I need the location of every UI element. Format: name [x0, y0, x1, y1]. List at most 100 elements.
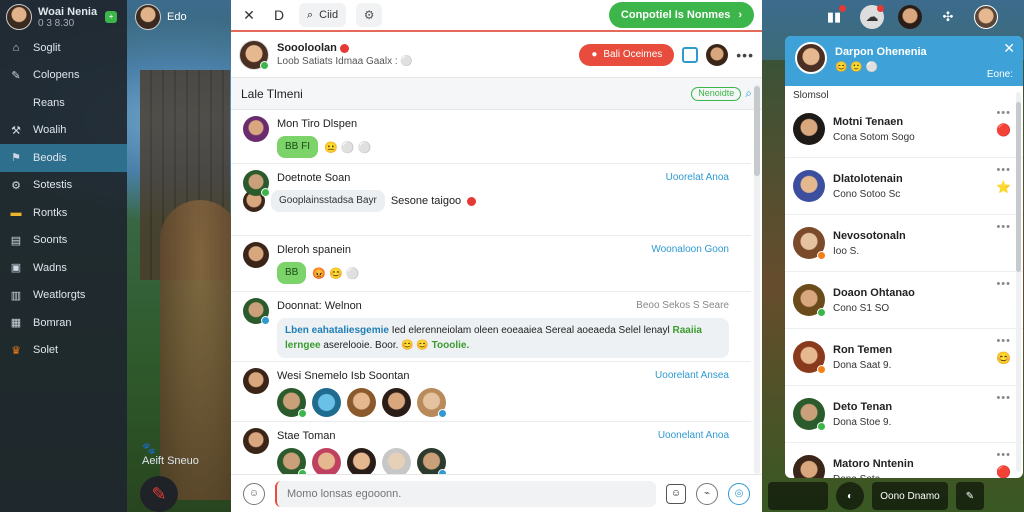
attach-icon[interactable]: ⌁	[696, 482, 718, 505]
emoji-row: 😡 😊 ⚪	[312, 267, 360, 280]
emoji-icon: ⚪	[400, 56, 413, 67]
bottom-round-icon[interactable]: ◐	[836, 482, 864, 510]
more-icon[interactable]: •••	[996, 335, 1011, 347]
chat-header: Soooloolan Loob Satiats Idmaa Gaalx : ⚪ …	[231, 32, 762, 78]
sidebar-item-5[interactable]: ⚙ Sotestis	[0, 172, 127, 200]
sidebar-item-3[interactable]: ⚒ Woalih	[0, 117, 127, 145]
sidebar-item-label: Bomran	[33, 316, 72, 329]
sidebar-profile[interactable]: Woai Nenia 0 3 8.30 +	[0, 0, 127, 34]
list-item[interactable]: Stae Toman Uoonelant Anoa	[231, 422, 751, 474]
edit-icon[interactable]: ✎	[956, 482, 984, 510]
cloud-icon[interactable]: ☁	[860, 5, 884, 29]
friend-row[interactable]: Dlatolotenain Cono Sotoo Sc ••• ⭐	[785, 158, 1023, 215]
more-icon[interactable]: •••	[996, 164, 1011, 176]
sidebar-item-6[interactable]: ▬ Rontks	[0, 199, 127, 227]
heart-icon	[467, 196, 477, 206]
avatar[interactable]	[347, 448, 376, 474]
search-icon[interactable]: ⌕	[745, 86, 752, 101]
avatar[interactable]	[382, 448, 411, 474]
avatar[interactable]	[277, 388, 307, 418]
avatar[interactable]	[312, 448, 341, 474]
message-time: Uoonelant Anoa	[657, 430, 729, 441]
sidebar-item-11[interactable]: ♛ Solet	[0, 337, 127, 365]
scroll-thumb[interactable]	[754, 86, 760, 176]
pen-icon[interactable]: ✎	[140, 476, 178, 512]
close-icon[interactable]: ✕	[239, 7, 259, 24]
chevron-right-icon: ›	[738, 9, 742, 21]
list-item[interactable]: Doetnote Soan Uoorelat Anoa Gooplainssta…	[231, 164, 751, 236]
red-action-button[interactable]: ● Bali Oceimes	[579, 43, 675, 66]
friend-name: Nevosotonaln	[833, 229, 906, 242]
message-bubble: Lben eahataliesgemie Ied elerenneiolam o…	[277, 318, 729, 358]
highlight-text[interactable]: Tooolie.	[432, 340, 470, 351]
avatar[interactable]	[898, 5, 922, 29]
avatar[interactable]	[382, 388, 411, 417]
sidebar-item-9[interactable]: ▥ Weatlorgts	[0, 282, 127, 310]
highlight-text[interactable]: Lben eahataliesgemie	[285, 325, 389, 336]
more-icon[interactable]: •••	[996, 278, 1011, 290]
friend-status: Cono Sotoo Sc	[833, 188, 901, 200]
sidebar-item-label: Weatlorgts	[33, 289, 86, 302]
sticker-icon[interactable]: ☺	[666, 483, 686, 504]
friend-row[interactable]: Nevosotonaln Ioo S. •••	[785, 215, 1023, 272]
sidebar-item-7[interactable]: ▤ Soonts	[0, 227, 127, 255]
verified-indicator	[438, 409, 447, 418]
close-icon[interactable]: ✕	[1003, 40, 1015, 57]
sidebar-item-0[interactable]: ⌂ Soglit	[0, 34, 127, 62]
more-icon[interactable]: •••	[996, 449, 1011, 461]
notification-dot	[877, 5, 884, 12]
more-icon[interactable]: •••	[996, 221, 1011, 233]
list-item[interactable]: Wesi Snemelo Isb Soontan Uoorelant Ansea	[231, 362, 751, 422]
filter-pill[interactable]: Nenoidte	[691, 86, 742, 101]
scroll-thumb[interactable]	[1016, 102, 1021, 272]
search-box[interactable]: ⌕ Ciid	[299, 3, 347, 27]
friend-row[interactable]: Doaon Ohtanao Cono S1 SO •••	[785, 272, 1023, 329]
stats-icon[interactable]: ▮▮	[822, 5, 846, 29]
sidebar-item-label: Solet	[33, 344, 59, 357]
friend-row[interactable]: Deto Tenan Dona Stoe 9. •••	[785, 386, 1023, 443]
avatar[interactable]	[417, 448, 447, 474]
send-icon[interactable]: ◎	[728, 482, 750, 505]
avatar[interactable]	[277, 448, 307, 474]
message-text: aserelooie. Boor. 😊 😊	[320, 340, 432, 351]
square-icon[interactable]	[682, 46, 699, 63]
primary-action-button[interactable]: Conpotiel Is Nonmes ›	[608, 2, 754, 28]
bottom-chip[interactable]	[768, 482, 828, 510]
top-left-profile[interactable]: Edo	[135, 4, 187, 30]
sidebar-item-label: Colopens	[33, 69, 80, 82]
home-icon: ⌂	[12, 41, 20, 54]
verified-indicator	[261, 316, 270, 325]
sidebar-item-8[interactable]: ▣ Wadns	[0, 254, 127, 282]
sidebar-item-2[interactable]: Reans	[0, 89, 127, 117]
more-icon[interactable]: •••	[736, 47, 754, 63]
emoji-icon[interactable]: ☺	[243, 482, 265, 505]
friend-row[interactable]: Ron Temen Dona Saat 9. ••• 😊	[785, 329, 1023, 386]
search-icon: ⌕	[307, 8, 314, 21]
bottom-label-button[interactable]: Oono Dnamo	[872, 482, 948, 510]
list-item[interactable]: Doonnat: Welnon Beoo Sekos S Seare Lben …	[231, 292, 751, 362]
avatar[interactable]	[974, 5, 998, 29]
message-input[interactable]	[275, 480, 656, 507]
avatar[interactable]	[239, 39, 269, 70]
friend-row[interactable]: Motni Tenaen Cona Sotom Sogo ••• 🔴	[785, 101, 1023, 158]
avatar[interactable]	[795, 42, 827, 74]
more-icon[interactable]: •••	[996, 392, 1011, 404]
avatar	[793, 170, 825, 202]
sidebar-item-10[interactable]: ▦ Bomran	[0, 309, 127, 337]
sidebar-item-4[interactable]: ⚑ Beodis	[0, 144, 127, 172]
friend-row[interactable]: Matoro Nntenin Dona Sota ••• 🔴	[785, 443, 1023, 478]
avatar[interactable]	[706, 43, 729, 66]
chat-scrollbar[interactable]	[754, 84, 760, 474]
more-icon[interactable]: •••	[996, 107, 1011, 119]
avatar[interactable]	[417, 388, 447, 418]
list-item[interactable]: Dleroh spanein Woonaloon Goon BB 😡 😊 ⚪	[231, 236, 751, 292]
settings-chip[interactable]: ⚙	[356, 3, 383, 27]
avatar[interactable]	[347, 388, 376, 417]
game-launch-button[interactable]: 🐾 Aeift Sneuo	[142, 442, 199, 467]
list-item[interactable]: Mon Tiro Dlspen BB FI 😐 ⚪ ⚪	[231, 110, 751, 164]
avatar[interactable]	[312, 388, 341, 417]
friends-scrollbar[interactable]	[1016, 92, 1021, 472]
gamepad-icon[interactable]: ✣	[936, 5, 960, 29]
tab-icon[interactable]: D	[269, 7, 289, 23]
sidebar-item-1[interactable]: ✎ Colopens	[0, 62, 127, 90]
